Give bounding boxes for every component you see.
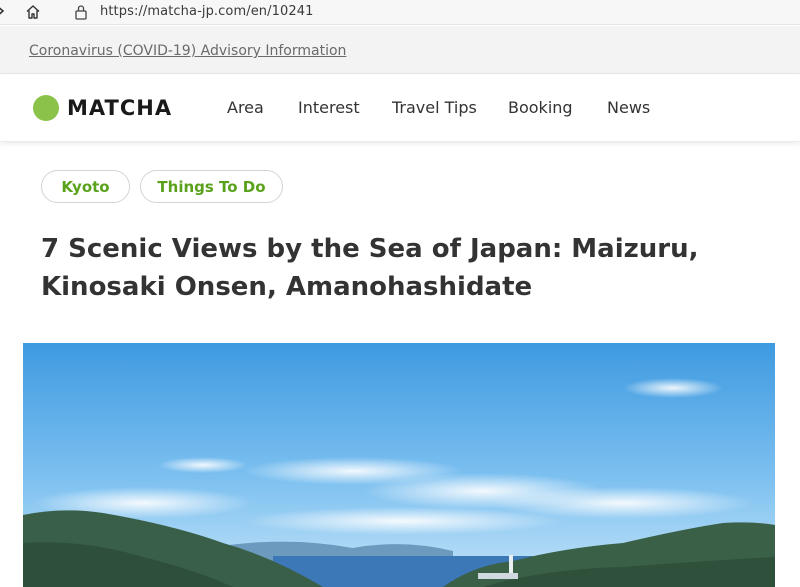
nav-item-news[interactable]: News: [607, 98, 650, 117]
matcha-logo[interactable]: MATCHA: [33, 94, 172, 122]
tag-kyoto[interactable]: Kyoto: [41, 170, 130, 203]
tag-things-to-do[interactable]: Things To Do: [140, 170, 283, 203]
article-title: 7 Scenic Views by the Sea of Japan: Maiz…: [41, 234, 699, 302]
nav-item-booking[interactable]: Booking: [508, 98, 573, 117]
home-icon[interactable]: [24, 3, 42, 21]
advisory-banner: Coronavirus (COVID-19) Advisory Informat…: [0, 26, 800, 74]
site-header: MATCHA Area Interest Travel Tips Booking…: [0, 74, 800, 142]
url-text[interactable]: https://matcha-jp.com/en/10241: [100, 4, 313, 19]
nav-item-interest[interactable]: Interest: [298, 98, 360, 117]
logo-text: MATCHA: [67, 96, 173, 120]
hero-landscape-illustration: [23, 343, 775, 587]
advisory-link[interactable]: Coronavirus (COVID-19) Advisory Informat…: [29, 43, 346, 59]
nav-item-travel-tips[interactable]: Travel Tips: [392, 98, 477, 117]
hero-image: [23, 343, 775, 587]
browser-address-bar: https://matcha-jp.com/en/10241: [0, 0, 800, 25]
back-arrow-icon[interactable]: [0, 3, 6, 19]
nav-item-area[interactable]: Area: [227, 98, 264, 117]
lock-icon[interactable]: [74, 4, 88, 20]
logo-dot-icon: [33, 95, 59, 121]
